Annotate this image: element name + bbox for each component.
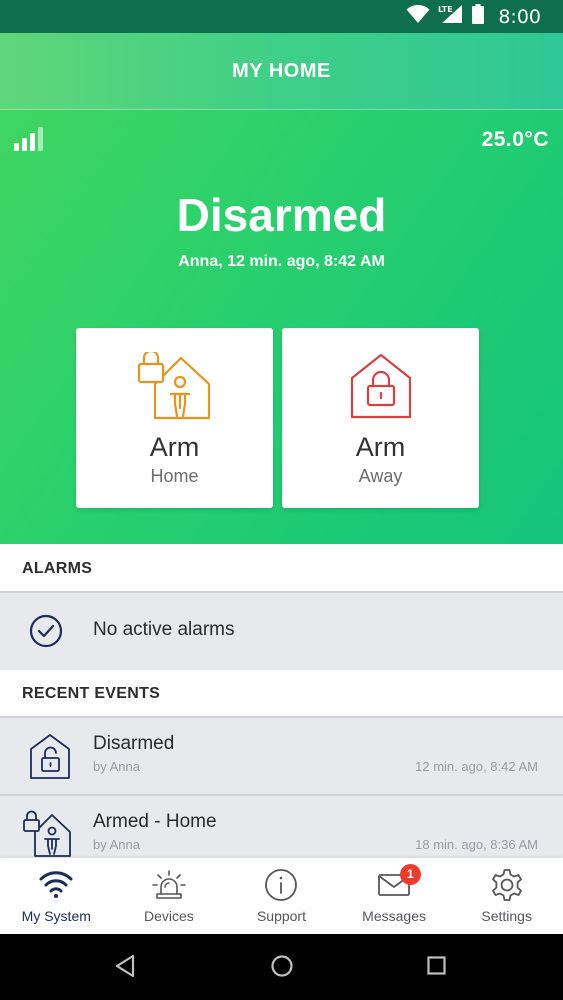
nav-my-system-label: My System (21, 908, 91, 924)
nav-my-system[interactable]: My System (0, 858, 113, 934)
clock: 8:00 (498, 5, 541, 28)
lte-signal-icon: LTE (438, 4, 464, 29)
alarms-heading: ALARMS (22, 560, 93, 577)
bottom-navigation: My System Devices Support 1 Messages Set… (0, 858, 563, 934)
house-person-lock-icon (137, 349, 213, 427)
recent-events-section-header: RECENT EVENTS (0, 670, 563, 718)
event-user: by Anna (93, 837, 140, 852)
event-user: by Anna (93, 759, 140, 774)
nav-messages-label: Messages (362, 908, 426, 924)
app-bar: MY HOME (0, 33, 563, 110)
nav-support-label: Support (256, 908, 306, 924)
arm-home-label: Arm (149, 432, 200, 462)
nav-settings[interactable]: Settings (450, 858, 563, 934)
arm-home-sublabel: Home (150, 466, 199, 486)
home-icon[interactable] (270, 954, 294, 983)
nav-messages[interactable]: 1 Messages (338, 858, 451, 934)
back-icon[interactable] (114, 954, 136, 983)
alarms-section-header: ALARMS (0, 544, 563, 593)
house-unlocked-icon (23, 732, 73, 787)
page-title: MY HOME (232, 59, 331, 82)
nav-devices[interactable]: Devices (113, 858, 226, 934)
nav-devices-label: Devices (143, 908, 194, 924)
system-status-panel: 25.0°C Disarmed Anna, 12 min. ago, 8:42 … (0, 110, 563, 544)
arm-away-sublabel: Away (358, 466, 403, 486)
recent-events-heading: RECENT EVENTS (22, 685, 161, 702)
check-circle-icon (29, 614, 63, 653)
event-time: 12 min. ago, 8:42 AM (415, 759, 538, 774)
arm-away-label: Arm (355, 432, 406, 462)
wifi-status-icon (406, 4, 430, 29)
messages-badge: 1 (399, 864, 421, 885)
recents-icon[interactable] (426, 954, 448, 983)
nav-settings-label: Settings (481, 908, 532, 924)
house-person-lock-icon (23, 810, 73, 865)
alarm-status-row[interactable]: No active alarms (0, 593, 563, 670)
alarm-state-detail: Anna, 12 min. ago, 8:42 AM (178, 253, 385, 270)
battery-icon (472, 4, 485, 29)
svg-text:LTE: LTE (438, 5, 453, 14)
event-title: Disarmed (93, 733, 175, 754)
nav-support[interactable]: Support (225, 858, 338, 934)
wifi-icon (38, 868, 74, 905)
house-lock-icon (349, 352, 413, 425)
system-navigation-bar (0, 934, 563, 1000)
gear-icon (489, 868, 525, 907)
status-bar: LTE 8:00 (0, 0, 563, 33)
event-row[interactable]: Disarmed by Anna 12 min. ago, 8:42 AM (0, 718, 563, 796)
signal-strength-icon (14, 126, 46, 157)
arm-home-button[interactable]: Arm Home (76, 328, 273, 508)
arm-away-button[interactable]: Arm Away (282, 328, 479, 508)
event-title: Armed - Home (93, 811, 217, 832)
info-icon (263, 868, 299, 907)
alarm-status-text: No active alarms (93, 619, 235, 640)
siren-icon (151, 868, 187, 905)
event-time: 18 min. ago, 8:36 AM (415, 837, 538, 852)
temperature-readout: 25.0°C (481, 128, 549, 151)
alarm-state: Disarmed (176, 189, 387, 241)
